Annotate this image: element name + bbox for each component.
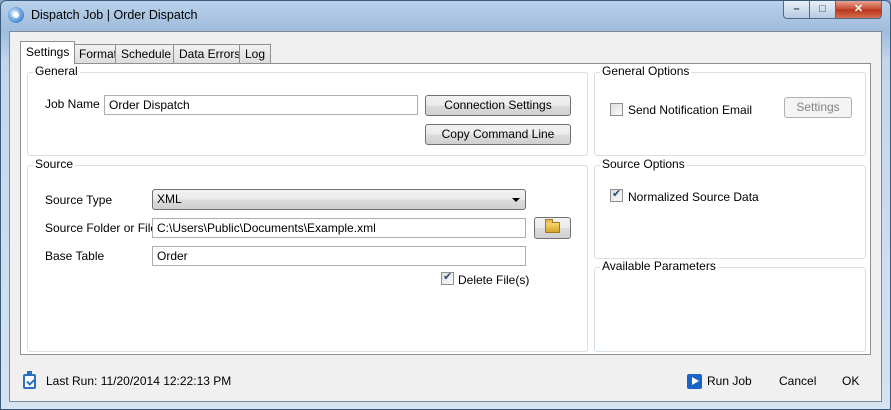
folder-open-icon — [545, 219, 560, 233]
browse-folder-button[interactable] — [534, 217, 571, 239]
footer-bar: Last Run: 11/20/2014 12:22:13 PM Run Job… — [10, 362, 883, 402]
normalized-source-checkbox[interactable] — [610, 187, 623, 202]
app-gear-icon — [8, 7, 24, 23]
copy-command-line-button[interactable]: Copy Command Line — [425, 124, 571, 145]
tab-schedule[interactable]: Schedule — [115, 44, 178, 63]
cancel-button[interactable]: Cancel — [779, 374, 816, 388]
clipboard-check-icon — [23, 371, 36, 389]
base-table-input[interactable]: Order — [152, 246, 526, 266]
maximize-button[interactable]: □ — [809, 1, 836, 19]
delete-files-checkbox[interactable] — [441, 270, 454, 285]
last-run-status: Last Run: 11/20/2014 12:22:13 PM — [46, 374, 232, 388]
run-job-button[interactable]: Run Job — [707, 374, 752, 388]
ok-button[interactable]: OK — [842, 374, 859, 388]
general-options-group: General Options Send Notification Email … — [594, 64, 866, 156]
job-name-label: Job Name — [45, 97, 100, 111]
source-type-select[interactable]: XML — [152, 189, 526, 210]
general-group-title: General — [33, 64, 80, 78]
source-group-title: Source — [33, 157, 76, 171]
general-options-title: General Options — [600, 64, 692, 78]
dialog-body: Settings Format Schedule Data Errors Log… — [9, 31, 882, 402]
send-notification-checkbox[interactable] — [610, 103, 623, 116]
available-parameters-group: Available Parameters — [594, 259, 866, 352]
general-group: General Job Name Order Dispatch Connecti… — [27, 64, 588, 156]
job-name-input[interactable]: Order Dispatch — [104, 95, 418, 115]
close-button[interactable]: ✕ — [835, 1, 882, 19]
tab-settings[interactable]: Settings — [20, 41, 76, 64]
delete-files-label: Delete File(s) — [458, 273, 530, 287]
connection-settings-button[interactable]: Connection Settings — [425, 95, 571, 116]
title-bar[interactable]: Dispatch Job | Order Dispatch – □ ✕ — [1, 1, 890, 29]
minimize-button[interactable]: – — [783, 1, 810, 19]
tab-log[interactable]: Log — [239, 44, 272, 63]
window-title: Dispatch Job | Order Dispatch — [31, 8, 198, 22]
settings-tab-panel: General Job Name Order Dispatch Connecti… — [20, 63, 871, 355]
send-notification-label: Send Notification Email — [628, 103, 753, 117]
normalized-source-label: Normalized Source Data — [628, 190, 759, 204]
notification-settings-button[interactable]: Settings — [784, 97, 852, 118]
source-options-title: Source Options — [600, 157, 687, 171]
source-folder-input[interactable]: C:\Users\Public\Documents\Example.xml — [152, 218, 526, 238]
base-table-label: Base Table — [45, 249, 105, 263]
source-type-label: Source Type — [45, 193, 113, 207]
source-type-value: XML — [157, 192, 182, 206]
chevron-down-icon — [512, 198, 520, 202]
source-folder-label: Source Folder or File — [45, 221, 158, 235]
dispatch-job-window: Dispatch Job | Order Dispatch – □ ✕ Sett… — [0, 0, 891, 410]
source-options-group: Source Options Normalized Source Data — [594, 157, 866, 259]
run-play-icon[interactable] — [687, 374, 702, 389]
source-group: Source Source Type XML Source Folder or … — [27, 157, 588, 352]
tab-data-errors[interactable]: Data Errors — [173, 44, 247, 63]
available-parameters-title: Available Parameters — [600, 259, 718, 273]
